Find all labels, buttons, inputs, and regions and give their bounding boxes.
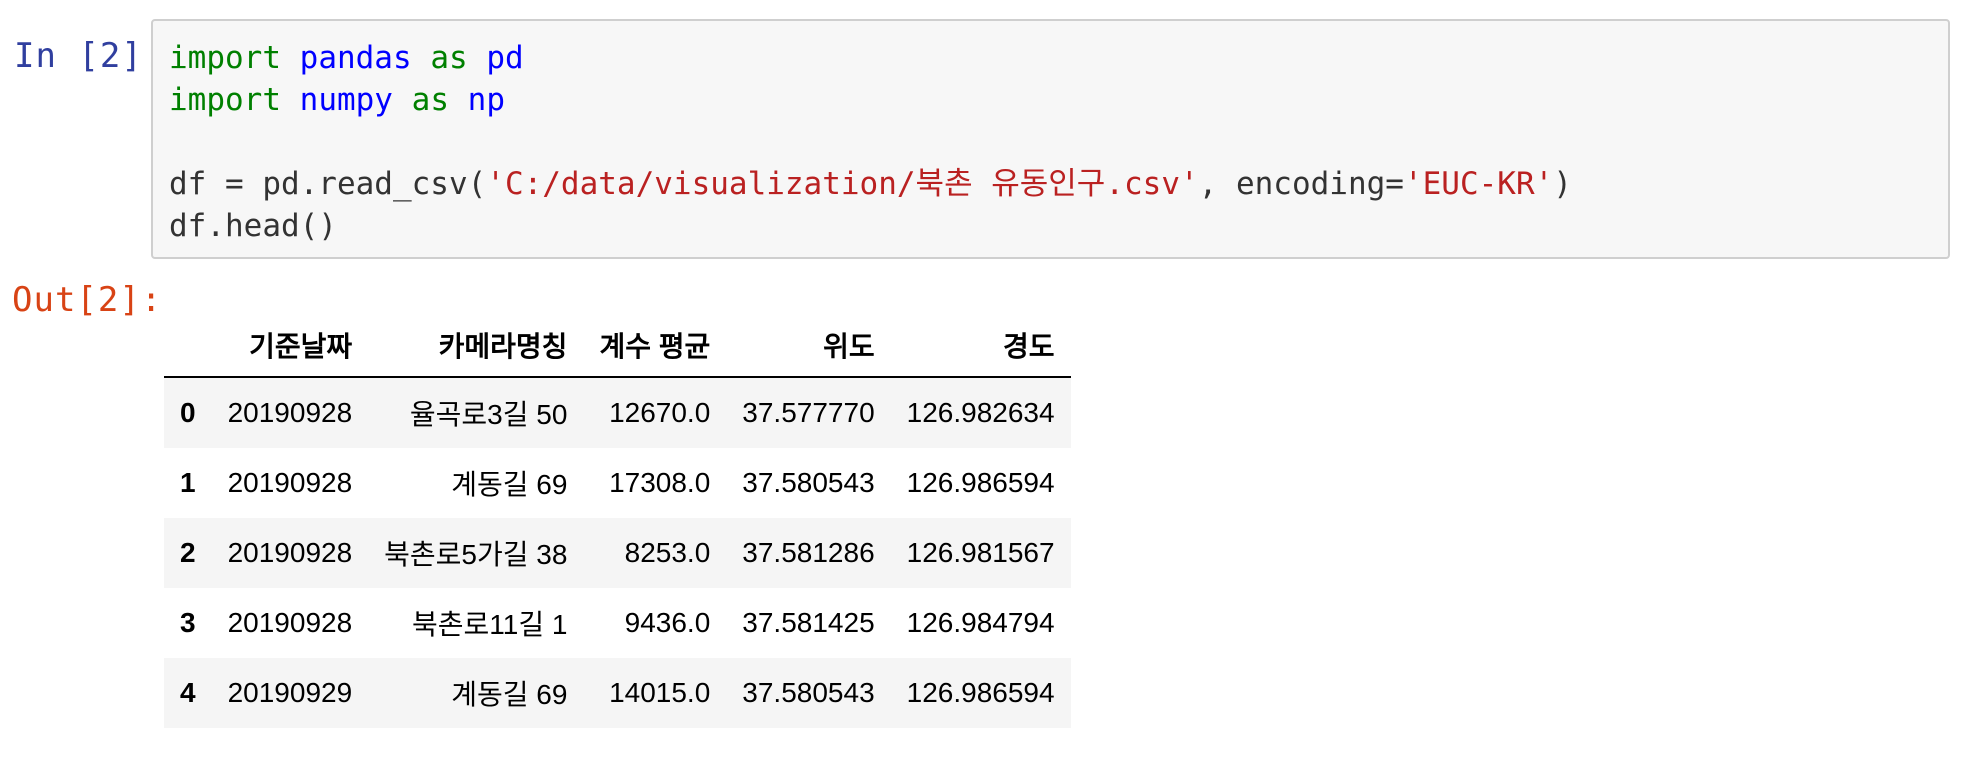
- table-cell: 37.580543: [742, 467, 875, 498]
- code-line: import numpy as np: [169, 82, 505, 118]
- code-line: df = pd.read_csv('C:/data/visualization/…: [169, 166, 1572, 202]
- table-cell: 37.577770: [742, 397, 875, 428]
- keyword: import: [169, 82, 281, 118]
- module-name: pandas: [299, 40, 412, 76]
- module-alias: np: [467, 82, 505, 118]
- column-header: 기준날짜: [211, 314, 369, 378]
- table-cell: 20190928: [227, 467, 353, 498]
- code-text: ): [1553, 166, 1572, 202]
- table-cell: 8253.0: [624, 537, 711, 568]
- code-text: , encoding=: [1198, 166, 1404, 202]
- table-cell: 17308.0: [609, 467, 711, 498]
- table-row: 3 20190928 북촌로11길 1 9436.0 37.581425 126…: [164, 588, 1071, 658]
- table-cell: 126.982634: [906, 397, 1055, 428]
- table-cell: 37.580543: [742, 677, 875, 708]
- table-cell: 126.984794: [906, 607, 1055, 638]
- keyword: as: [411, 82, 449, 118]
- keyword: as: [430, 40, 468, 76]
- table-row: 4 20190929 계동길 69 14015.0 37.580543 126.…: [164, 658, 1071, 728]
- row-index: 4: [180, 677, 196, 708]
- keyword: import: [169, 40, 281, 76]
- column-header: 카메라명칭: [368, 314, 584, 378]
- row-index: 0: [180, 397, 196, 428]
- code-line: df.head(): [169, 208, 337, 244]
- row-index: 2: [180, 537, 196, 568]
- index-header: [164, 314, 212, 378]
- table-cell: 12670.0: [609, 397, 711, 428]
- table-row: 2 20190928 북촌로5가길 38 8253.0 37.581286 12…: [164, 518, 1071, 588]
- column-header: 계수 평균: [583, 314, 727, 378]
- table-cell: 9436.0: [624, 607, 711, 638]
- dataframe-table: 기준날짜 카메라명칭 계수 평균 위도 경도 0 20190928 율곡로3길 …: [164, 314, 1071, 728]
- code-editor[interactable]: import pandas as pd import numpy as np d…: [169, 37, 1572, 247]
- input-prompt: In [2]:: [14, 36, 165, 76]
- table-row: 1 20190928 계동길 69 17308.0 37.580543 126.…: [164, 448, 1071, 518]
- table-cell: 20190928: [227, 537, 353, 568]
- table-cell: 37.581286: [742, 537, 875, 568]
- module-alias: pd: [486, 40, 524, 76]
- module-name: numpy: [299, 82, 393, 118]
- table-cell: 14015.0: [609, 677, 711, 708]
- table-cell: 계동길 69: [451, 469, 568, 500]
- table-cell: 20190929: [227, 677, 353, 708]
- string-literal: 'EUC-KR': [1403, 166, 1554, 202]
- code-cell[interactable]: import pandas as pd import numpy as np d…: [151, 19, 1950, 259]
- code-line: import pandas as pd: [169, 40, 524, 76]
- table-cell: 126.986594: [906, 467, 1055, 498]
- column-header: 위도: [726, 314, 891, 378]
- table-row: 0 20190928 율곡로3길 50 12670.0 37.577770 12…: [164, 377, 1071, 448]
- row-index: 1: [180, 467, 196, 498]
- row-index: 3: [180, 607, 196, 638]
- header-row: 기준날짜 카메라명칭 계수 평균 위도 경도: [164, 314, 1071, 378]
- table-body: 0 20190928 율곡로3길 50 12670.0 37.577770 12…: [164, 377, 1071, 728]
- column-header: 경도: [890, 314, 1071, 378]
- table-header: 기준날짜 카메라명칭 계수 평균 위도 경도: [164, 314, 1071, 378]
- table-cell: 북촌로11길 1: [411, 609, 568, 640]
- table-cell: 계동길 69: [451, 679, 568, 710]
- table-cell: 북촌로5가길 38: [384, 539, 568, 570]
- table-cell: 20190928: [227, 607, 353, 638]
- table-cell: 126.981567: [906, 537, 1055, 568]
- table-cell: 20190928: [227, 397, 353, 428]
- code-text: df = pd.read_csv(: [169, 166, 487, 202]
- table-cell: 126.986594: [906, 677, 1055, 708]
- output-area: 기준날짜 카메라명칭 계수 평균 위도 경도 0 20190928 율곡로3길 …: [164, 314, 1071, 728]
- output-prompt: Out[2]:: [12, 280, 163, 320]
- string-literal: 'C:/data/visualization/북촌 유동인구.csv': [486, 166, 1199, 202]
- table-cell: 37.581425: [742, 607, 875, 638]
- table-cell: 율곡로3길 50: [409, 399, 568, 430]
